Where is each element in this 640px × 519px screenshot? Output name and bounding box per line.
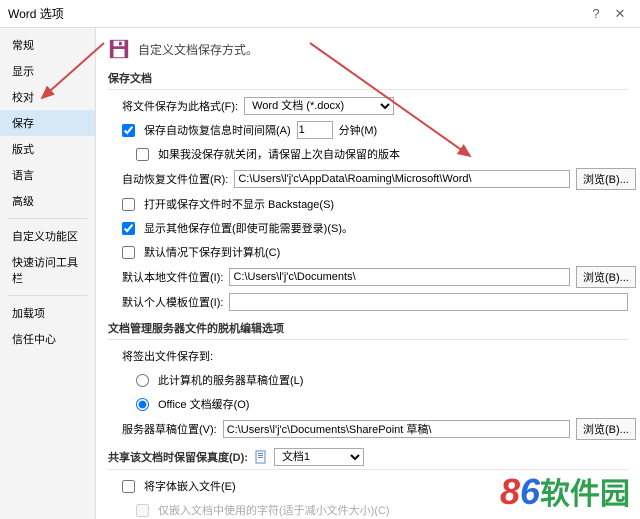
default-template-path[interactable] bbox=[229, 293, 628, 311]
row-default-local: 默认本地文件位置(I): 浏览(B)... bbox=[108, 266, 628, 288]
window-title: Word 选项 bbox=[8, 5, 584, 22]
document-icon bbox=[254, 450, 268, 464]
default-template-label: 默认个人模板位置(I): bbox=[122, 294, 223, 310]
content-pane: 自定义文档保存方式。 保存文档 将文件保存为此格式(F): Word 文档 (*… bbox=[96, 28, 640, 519]
embed-used-label: 仅嵌入文档中使用的字符(适于减小文件大小)(C) bbox=[158, 502, 390, 518]
help-icon[interactable]: ? bbox=[584, 6, 608, 21]
row-default-computer: 默认情况下保存到计算机(C) bbox=[108, 242, 628, 262]
autorecover-label: 自动恢复文件位置(R): bbox=[122, 171, 228, 187]
sidebar: 常规 显示 校对 保存 版式 语言 高级 自定义功能区 快速访问工具栏 加载项 … bbox=[0, 28, 96, 519]
format-label: 将文件保存为此格式(F): bbox=[122, 98, 238, 114]
sidebar-item-quick-access[interactable]: 快速访问工具栏 bbox=[0, 249, 95, 291]
sidebar-item-general[interactable]: 常规 bbox=[0, 32, 95, 58]
sidebar-separator bbox=[8, 295, 87, 296]
row-autorecover: 自动恢复文件位置(R): 浏览(B)... bbox=[108, 168, 628, 190]
row-default-template: 默认个人模板位置(I): bbox=[108, 292, 628, 312]
autosave-minutes[interactable] bbox=[297, 121, 333, 139]
default-local-label: 默认本地文件位置(I): bbox=[122, 269, 223, 285]
checkout-label: 将签出文件保存到: bbox=[122, 348, 213, 364]
share-doc-select[interactable]: 文档1 bbox=[274, 448, 364, 466]
radio-server-drafts[interactable] bbox=[136, 374, 149, 387]
format-select[interactable]: Word 文档 (*.docx) bbox=[244, 97, 394, 115]
drafts-path[interactable] bbox=[223, 420, 570, 438]
showother-checkbox[interactable] bbox=[122, 222, 135, 235]
header-row: 自定义文档保存方式。 bbox=[108, 38, 628, 60]
radio-office-cache[interactable] bbox=[136, 398, 149, 411]
default-computer-checkbox[interactable] bbox=[122, 246, 135, 259]
browse-button-drafts[interactable]: 浏览(B)... bbox=[576, 418, 636, 440]
sidebar-item-addins[interactable]: 加载项 bbox=[0, 300, 95, 326]
row-backstage: 打开或保存文件时不显示 Backstage(S) bbox=[108, 194, 628, 214]
share-title-text: 共享该文档时保留保真度(D): bbox=[108, 449, 248, 465]
sidebar-item-save[interactable]: 保存 bbox=[0, 110, 95, 136]
row-checkout-label: 将签出文件保存到: bbox=[108, 346, 628, 366]
sidebar-item-language[interactable]: 语言 bbox=[0, 162, 95, 188]
row-embed-used: 仅嵌入文档中使用的字符(适于减小文件大小)(C) bbox=[108, 500, 628, 519]
sidebar-item-advanced[interactable]: 高级 bbox=[0, 188, 95, 214]
sidebar-item-customize-ribbon[interactable]: 自定义功能区 bbox=[0, 223, 95, 249]
sidebar-item-display[interactable]: 显示 bbox=[0, 58, 95, 84]
row-showother: 显示其他保存位置(即使可能需要登录)(S)。 bbox=[108, 218, 628, 238]
row-radio-cache: Office 文档缓存(O) bbox=[108, 394, 628, 414]
sidebar-item-layout[interactable]: 版式 bbox=[0, 136, 95, 162]
browse-button-local[interactable]: 浏览(B)... bbox=[576, 266, 636, 288]
titlebar: Word 选项 ? ✕ bbox=[0, 0, 640, 28]
embed-used-checkbox bbox=[136, 504, 149, 517]
radio-office-cache-label: Office 文档缓存(O) bbox=[158, 396, 249, 412]
browse-button-autorecover[interactable]: 浏览(B)... bbox=[576, 168, 636, 190]
main: 常规 显示 校对 保存 版式 语言 高级 自定义功能区 快速访问工具栏 加载项 … bbox=[0, 28, 640, 519]
radio-server-drafts-label: 此计算机的服务器草稿位置(L) bbox=[158, 372, 303, 388]
row-autosave: 保存自动恢复信息时间间隔(A) 分钟(M) bbox=[108, 120, 628, 140]
embed-fonts-label: 将字体嵌入文件(E) bbox=[144, 478, 236, 494]
row-keep-last: 如果我没保存就关闭，请保留上次自动保留的版本 bbox=[108, 144, 628, 164]
header-text: 自定义文档保存方式。 bbox=[138, 41, 258, 58]
keep-last-label: 如果我没保存就关闭，请保留上次自动保留的版本 bbox=[158, 146, 400, 162]
drafts-label: 服务器草稿位置(V): bbox=[122, 421, 217, 437]
keep-last-checkbox[interactable] bbox=[136, 148, 149, 161]
save-icon bbox=[108, 38, 130, 60]
embed-fonts-checkbox[interactable] bbox=[122, 480, 135, 493]
row-embed-fonts: 将字体嵌入文件(E) bbox=[108, 476, 628, 496]
sidebar-item-proofing[interactable]: 校对 bbox=[0, 84, 95, 110]
section-title-share: 共享该文档时保留保真度(D): 文档1 bbox=[108, 448, 628, 470]
close-icon[interactable]: ✕ bbox=[608, 6, 632, 22]
default-local-path[interactable] bbox=[229, 268, 570, 286]
section-title-offline: 文档管理服务器文件的脱机编辑选项 bbox=[108, 320, 628, 340]
row-drafts-path: 服务器草稿位置(V): 浏览(B)... bbox=[108, 418, 628, 440]
autosave-unit: 分钟(M) bbox=[339, 122, 378, 138]
row-radio-drafts: 此计算机的服务器草稿位置(L) bbox=[108, 370, 628, 390]
sidebar-item-trust-center[interactable]: 信任中心 bbox=[0, 326, 95, 352]
autosave-label: 保存自动恢复信息时间间隔(A) bbox=[144, 122, 291, 138]
autorecover-path[interactable] bbox=[234, 170, 570, 188]
section-title-save: 保存文档 bbox=[108, 70, 628, 90]
backstage-label: 打开或保存文件时不显示 Backstage(S) bbox=[144, 196, 334, 212]
showother-label: 显示其他保存位置(即使可能需要登录)(S)。 bbox=[144, 220, 353, 236]
default-computer-label: 默认情况下保存到计算机(C) bbox=[144, 244, 280, 260]
backstage-checkbox[interactable] bbox=[122, 198, 135, 211]
row-save-format: 将文件保存为此格式(F): Word 文档 (*.docx) bbox=[108, 96, 628, 116]
autosave-checkbox[interactable] bbox=[122, 124, 135, 137]
sidebar-separator bbox=[8, 218, 87, 219]
